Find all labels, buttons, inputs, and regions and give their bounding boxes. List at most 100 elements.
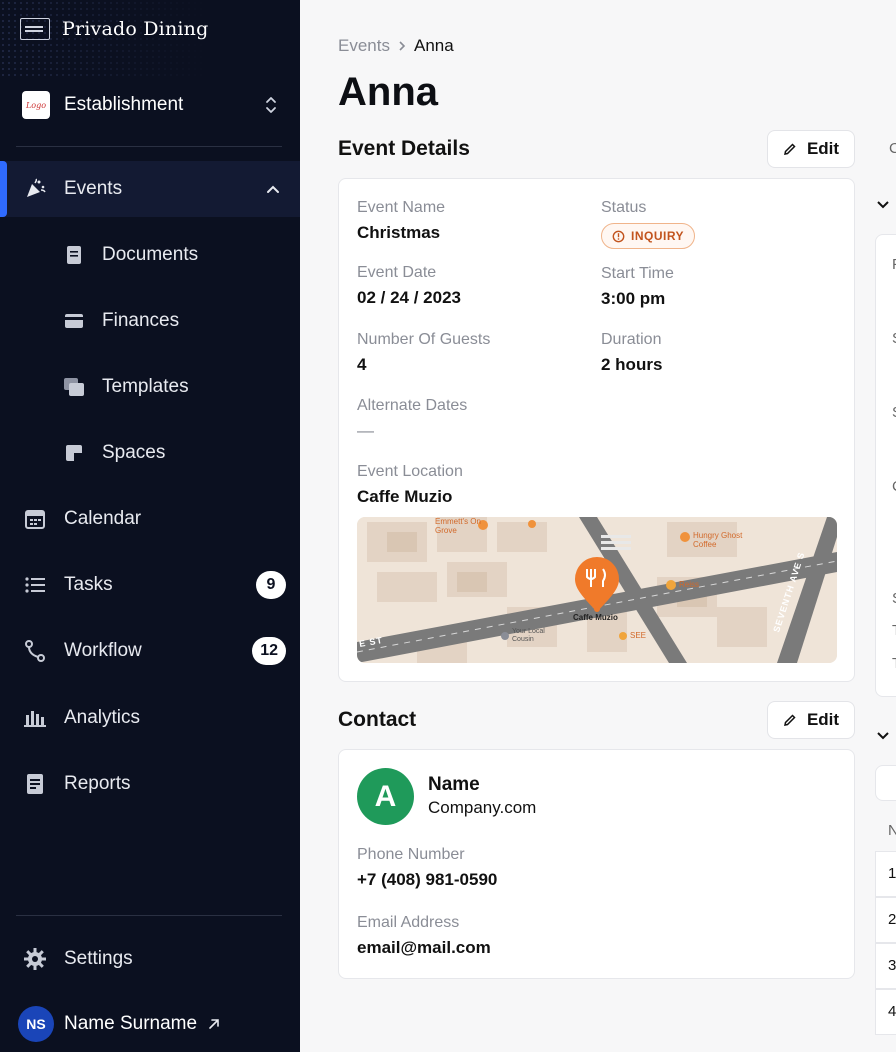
sidebar-item-settings[interactable]: Settings: [0, 931, 300, 987]
sidebar-item-finances[interactable]: Finances: [0, 293, 300, 349]
field-value: 02 / 24 / 2023: [357, 288, 461, 307]
contact-avatar: A: [357, 768, 414, 825]
event-details-title: Event Details: [338, 137, 470, 160]
right-peek-text: C: [889, 140, 896, 157]
edit-event-details-button[interactable]: Edit: [767, 130, 855, 168]
field-label: Duration: [601, 331, 662, 348]
sidebar-divider: [16, 915, 282, 916]
edit-contact-button[interactable]: Edit: [767, 701, 855, 739]
row-number: 3: [888, 957, 896, 974]
edit-label: Edit: [806, 710, 840, 729]
map-pin-label: Caffe Muzio: [573, 613, 618, 622]
event-details-card: Event Name Christmas Status INQUIRY Even…: [338, 178, 855, 682]
page-title: Anna: [338, 70, 438, 114]
table-row[interactable]: 4: [875, 989, 896, 1035]
phone-field: Phone Number +7 (408) 981-0590: [357, 846, 497, 890]
right-peek-text: T: [892, 622, 896, 639]
workflow-count-badge: 12: [252, 637, 286, 665]
bar-chart-icon: [24, 707, 46, 729]
gear-icon: [24, 948, 46, 970]
document-icon: [64, 245, 84, 265]
field-label: Event Location: [357, 463, 463, 480]
email-field: Email Address email@mail.com: [357, 914, 491, 958]
guests-field: Number Of Guests 4: [357, 331, 490, 375]
field-label: Event Date: [357, 264, 437, 281]
tasks-count-badge: 9: [256, 571, 286, 599]
field-label: Start Time: [601, 265, 674, 282]
brand[interactable]: Privado Dining: [20, 14, 208, 44]
establishment-label: Establishment: [64, 94, 184, 115]
avatar: NS: [18, 1006, 54, 1042]
map-place-label: Your Local Cousin: [512, 628, 545, 643]
sidebar-divider: [16, 146, 282, 147]
info-icon: [612, 230, 625, 242]
workflow-icon: [24, 640, 46, 662]
sidebar-item-label: Documents: [102, 244, 199, 265]
field-label: Number Of Guests: [357, 331, 491, 348]
table-row[interactable]: 1: [875, 851, 896, 897]
right-peek-text: S: [892, 330, 896, 347]
field-label: Alternate Dates: [357, 397, 468, 414]
sidebar-item-label: Reports: [64, 773, 131, 794]
breadcrumb-parent[interactable]: Events: [338, 36, 390, 56]
contact-company[interactable]: Company.com: [428, 798, 536, 818]
sidebar-item-label: Workflow: [64, 640, 142, 661]
brand-name: Privado Dining: [62, 18, 209, 40]
breadcrumb-current: Anna: [413, 36, 454, 55]
sidebar-item-workflow[interactable]: Workflow 12: [0, 623, 300, 679]
field-label: Phone Number: [357, 846, 465, 863]
row-number: 4: [888, 1003, 896, 1020]
pencil-icon: [783, 143, 796, 155]
field-label: Status: [601, 199, 647, 216]
table-row[interactable]: 3: [875, 943, 896, 989]
status-text: INQUIRY: [631, 229, 685, 243]
edit-label: Edit: [806, 139, 840, 158]
right-peek-text: S: [892, 404, 896, 421]
contact-name: Name: [428, 774, 480, 795]
sidebar-item-documents[interactable]: Documents: [0, 227, 300, 283]
brand-logo-icon: [20, 18, 50, 40]
sidebar-item-reports[interactable]: Reports: [0, 756, 300, 812]
location-map[interactable]: Caffe Muzio Emmett's On Grove Hungry Gho…: [357, 517, 837, 663]
sidebar-item-tasks[interactable]: Tasks 9: [0, 557, 300, 613]
start-time-field: Start Time 3:00 pm: [601, 265, 674, 309]
contact-card: A Name Company.com Phone Number +7 (408)…: [338, 749, 855, 979]
user-name: Name Surname: [64, 1013, 198, 1034]
field-label: Email Address: [357, 914, 460, 931]
right-peek-text: N: [888, 822, 896, 839]
sidebar-item-label: Templates: [102, 376, 189, 397]
chevron-down-icon[interactable]: [876, 731, 890, 741]
sidebar-item-analytics[interactable]: Analytics: [0, 690, 300, 746]
right-peek-text: F: [892, 256, 896, 273]
right-peek-text: T: [892, 655, 896, 672]
map-place-label: SEE: [630, 631, 647, 640]
right-peek-search[interactable]: [875, 765, 896, 801]
calendar-icon: [24, 508, 46, 530]
external-link-icon: [209, 1019, 219, 1029]
field-value: Caffe Muzio: [357, 487, 453, 506]
report-icon: [24, 773, 46, 795]
field-value: 4: [357, 355, 367, 374]
sidebar-item-label: Events: [64, 178, 123, 199]
chevron-down-icon[interactable]: [876, 200, 890, 210]
table-row[interactable]: 2: [875, 897, 896, 943]
user-profile[interactable]: NS Name Surname: [18, 1006, 221, 1042]
field-value[interactable]: email@mail.com: [357, 938, 491, 958]
sidebar: Privado Dining Logo Establishment Events…: [0, 0, 300, 1052]
sidebar-item-calendar[interactable]: Calendar: [0, 491, 300, 547]
sidebar-item-templates[interactable]: Templates: [0, 359, 300, 415]
field-value: 2 hours: [601, 355, 663, 374]
establishment-switcher[interactable]: Logo Establishment: [22, 88, 284, 122]
pencil-icon: [783, 714, 796, 726]
field-value: 3:00 pm: [601, 289, 666, 308]
sidebar-item-spaces[interactable]: Spaces: [0, 425, 300, 481]
event-name-field: Event Name Christmas: [357, 199, 445, 243]
breadcrumb: Events Anna: [338, 36, 454, 56]
map-place-label: Emmett's On Grove: [435, 517, 481, 535]
duration-field: Duration 2 hours: [601, 331, 662, 375]
credit-card-icon: [64, 311, 84, 331]
sidebar-item-events[interactable]: Events: [0, 161, 300, 217]
status-badge: INQUIRY: [601, 223, 696, 249]
sidebar-item-label: Tasks: [64, 574, 113, 595]
field-value[interactable]: +7 (408) 981-0590: [357, 870, 497, 890]
